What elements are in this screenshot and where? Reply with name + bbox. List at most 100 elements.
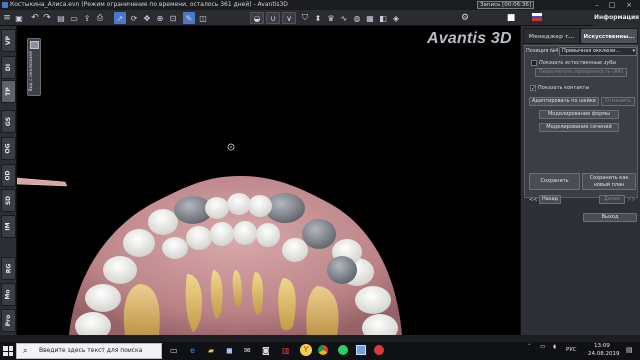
minimize-icon[interactable]: – [592,1,602,9]
view-arch-icon[interactable]: ∪ [266,12,280,24]
zoom-tool-icon[interactable]: ⊕ [155,12,165,24]
tab-od[interactable]: OD [1,164,16,187]
implant-crown [327,256,357,284]
implant-icon[interactable]: ⬍ [313,12,323,24]
next-arrows: >> [627,197,636,203]
taskbar-search[interactable]: ⌕ Введите здесь текст для поиска [16,343,162,359]
tooth [186,226,212,250]
close-icon[interactable]: × [624,1,634,9]
stop-icon[interactable]: ■ [506,12,516,24]
info-tab[interactable]: Информация [593,10,640,26]
back-button[interactable]: Назад [539,195,561,204]
maximize-icon[interactable]: □ [607,1,617,9]
fit-view-icon[interactable]: ⊡ [168,12,178,24]
tooth-icon[interactable]: ⛉ [300,12,310,24]
slice-marker [17,177,68,187]
show-natural-teeth-checkbox[interactable] [531,60,537,66]
clock-date[interactable]: 24.08.2019 [588,351,620,357]
layers-icon[interactable]: ◫ [198,12,208,24]
tab-sd[interactable]: SD [1,189,16,212]
settings-gear-icon[interactable]: ⚙ [460,12,470,24]
export-icon[interactable]: ⇪ [82,12,92,24]
save-as-new-plan-button[interactable]: Сохранить как новый план [582,173,636,190]
window-title: Костыкина_Алиса.evn (Режим ограничение п… [10,1,288,8]
volume-icon[interactable]: ◈ [391,12,401,24]
app-y-icon[interactable]: Y [300,344,312,356]
screen-icon[interactable]: ▭ [69,12,79,24]
nerve-icon[interactable]: ∿ [339,12,349,24]
undo-icon[interactable]: ↶ [30,12,40,24]
language-flag-icon[interactable] [532,13,542,21]
chevron-down-icon: ▾ [632,48,635,54]
adapt-neck-button[interactable]: Адаптировать по шейке [529,97,599,106]
save-icon[interactable]: ▣ [14,12,24,24]
grid-icon[interactable]: ▦ [365,12,375,24]
show-natural-teeth-label: Показать естественные зубы [539,60,617,66]
camera-icon[interactable]: ◙ [262,346,270,355]
notifications-icon[interactable]: ▤ [626,346,633,354]
tab-manager[interactable]: Менеджер т... [523,28,580,44]
store-icon[interactable]: ◼ [226,346,233,355]
volume-icon[interactable]: ◖ [553,344,556,350]
status-bar [0,335,640,342]
tray-up-icon[interactable]: ˄ [528,344,531,350]
explorer-icon[interactable]: ▰ [208,346,214,355]
crown-icon[interactable]: ♛ [326,12,336,24]
save-button[interactable]: Сохранить [529,173,580,190]
tab-artificial[interactable]: Искусственны... [580,28,638,44]
app-bars-icon[interactable]: ▥ [282,346,290,355]
modeling-shape-button[interactable]: Моделирование формы [539,110,619,119]
tab-gs[interactable]: GS [1,110,16,133]
3d-viewport[interactable]: Вид с окклюзией Avantis 3D [17,26,520,335]
back-arrows: << [529,197,538,203]
language-indicator[interactable]: РУС [566,347,577,353]
exit-button[interactable]: Выход [583,213,637,222]
tooth [210,222,234,246]
position-label: Позиция №4 [526,48,559,54]
print-icon[interactable]: ⎙ [95,12,105,24]
tab-di[interactable]: DI [1,56,16,79]
tab-rg[interactable]: RG [1,257,16,280]
whatsapp-icon[interactable] [338,345,348,355]
next-button[interactable]: Далее [599,195,625,204]
tab-vp[interactable]: VP [1,29,16,52]
view-top-icon[interactable]: ◒ [250,12,264,24]
left-tab-bar: VP DI TP GS OG OD SD IM RG Mo Pro [0,26,17,335]
tab-og[interactable]: OG [1,137,16,160]
pan-tool-icon[interactable]: ✥ [142,12,152,24]
tab-pro[interactable]: Pro [1,309,16,332]
tooth [85,284,121,312]
recalc-transparency-button[interactable]: Пересчитать прозрачность (AR) [535,68,627,77]
recorder-icon[interactable] [374,345,384,355]
pointer-tool-icon[interactable]: ➚ [114,12,126,24]
rotate-tool-icon[interactable]: ⟳ [129,12,139,24]
tooth [227,193,251,215]
network-icon[interactable]: ▭ [540,344,545,350]
document-icon[interactable]: ▤ [56,12,66,24]
view-lower-icon[interactable]: ∨ [282,12,296,24]
measure-tool-icon[interactable]: ✎ [183,12,195,24]
mail-icon[interactable]: ✉ [244,346,251,355]
dental-model [17,143,402,335]
bone-icon[interactable]: ◍ [352,12,362,24]
search-icon: ⌕ [23,346,28,355]
task-view-icon[interactable]: ▭ [170,346,178,355]
modeling-cuts-button[interactable]: Моделирование сечений [539,123,619,132]
recording-indicator[interactable]: Запись [00:06:36] [477,1,535,9]
tooth [123,229,155,257]
edge-icon[interactable]: e [190,346,195,355]
chrome-icon[interactable] [318,345,328,355]
position-select[interactable]: Привычная окклюзи... ▾ [559,47,637,56]
menu-icon[interactable]: ≡ [2,12,12,24]
tab-im[interactable]: IM [1,215,16,238]
tooth [248,195,272,217]
tab-mo[interactable]: Mo [1,283,16,306]
windows-start-icon[interactable] [3,346,13,356]
tab-tp[interactable]: TP [1,80,16,103]
show-contacts-checkbox[interactable]: ✓ [530,85,536,92]
redo-icon[interactable]: ↷ [42,12,52,24]
avantis-taskbar-icon[interactable] [356,345,366,355]
undo-button[interactable]: Отменить [601,97,635,106]
clock-time[interactable]: 13:09 [594,343,610,349]
slice-icon[interactable]: ◧ [378,12,388,24]
